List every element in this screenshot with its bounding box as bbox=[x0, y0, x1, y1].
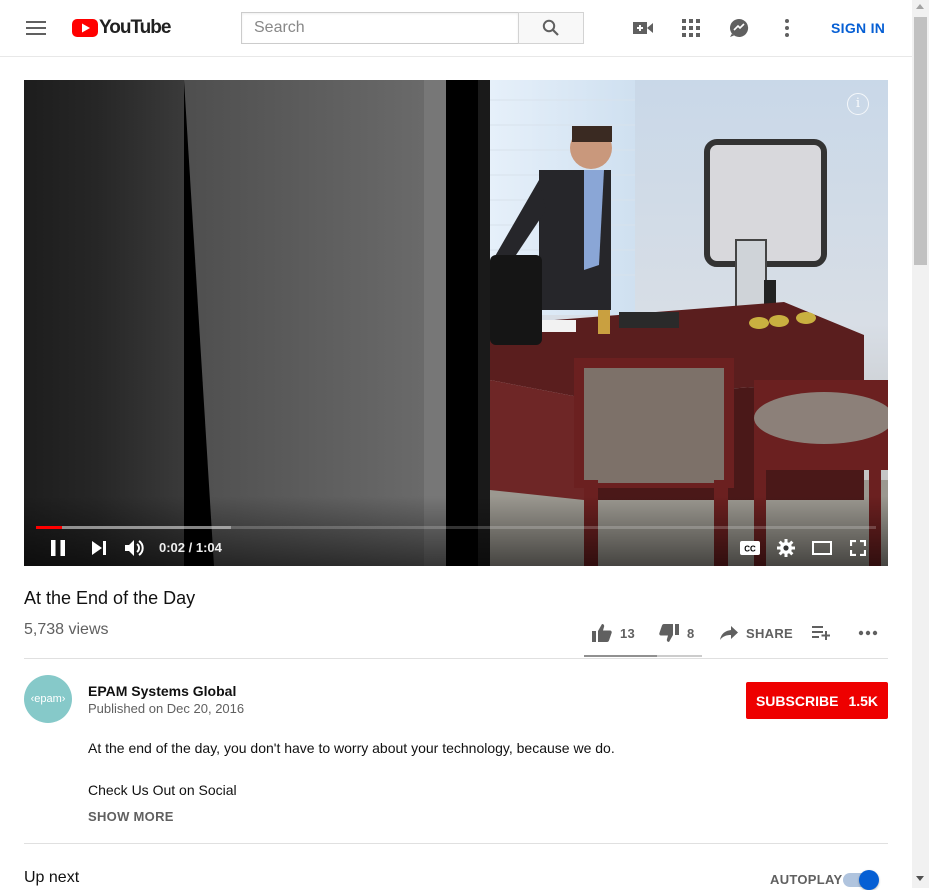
subscribe-label: SUBSCRIBE bbox=[755, 692, 839, 709]
search-button[interactable] bbox=[518, 12, 584, 44]
search-box bbox=[241, 12, 518, 44]
youtube-logo[interactable]: YouTube bbox=[72, 17, 171, 39]
view-count: 5,738 views bbox=[24, 621, 109, 638]
channel-name[interactable]: EPAM Systems Global bbox=[88, 683, 236, 699]
dislike-count: 8 bbox=[687, 625, 695, 641]
sign-in-button[interactable]: SIGN IN bbox=[831, 20, 885, 36]
add-to-playlist-icon bbox=[812, 626, 830, 640]
theater-mode-icon[interactable] bbox=[810, 537, 834, 559]
subscriber-count: 1.5K bbox=[848, 692, 879, 709]
autoplay-label: AUTOPLAY bbox=[770, 872, 843, 887]
add-to-playlist-button[interactable] bbox=[812, 622, 830, 644]
svg-text:CC: CC bbox=[744, 545, 756, 554]
buffered-bar bbox=[36, 526, 231, 529]
divider-top bbox=[24, 658, 888, 659]
played-bar bbox=[36, 526, 63, 529]
up-next-heading: Up next bbox=[24, 869, 80, 886]
divider-bottom bbox=[24, 843, 888, 844]
next-icon[interactable] bbox=[87, 537, 111, 559]
channel-avatar[interactable]: ‹epam› bbox=[24, 675, 72, 723]
youtube-play-icon bbox=[72, 19, 98, 37]
subscribe-button[interactable]: SUBSCRIBE 1.5K bbox=[746, 682, 888, 719]
show-more-button[interactable]: SHOW MORE bbox=[88, 809, 174, 824]
search-input[interactable] bbox=[252, 13, 506, 43]
search-icon bbox=[542, 19, 559, 36]
description-line-1: At the end of the day, you don't have to… bbox=[88, 740, 615, 756]
like-count: 13 bbox=[620, 625, 636, 641]
scrollbar-thumb[interactable] bbox=[914, 17, 927, 265]
scroll-up-arrow-icon[interactable] bbox=[916, 4, 924, 9]
apps-grid-icon[interactable] bbox=[679, 16, 703, 40]
time-display: 0:02 / 1:04 bbox=[159, 540, 222, 555]
thumbs-down-icon bbox=[659, 624, 679, 642]
volume-icon[interactable] bbox=[123, 537, 147, 559]
menu-icon[interactable] bbox=[26, 18, 46, 38]
share-button[interactable]: SHARE bbox=[720, 622, 793, 644]
pause-icon[interactable] bbox=[46, 537, 70, 559]
video-title: At the End of the Day bbox=[24, 588, 196, 608]
masthead: YouTube SIGN IN bbox=[0, 0, 912, 57]
scroll-down-arrow-icon[interactable] bbox=[916, 876, 924, 881]
page-scrollbar[interactable] bbox=[912, 0, 929, 888]
like-button[interactable]: 13 bbox=[592, 622, 635, 644]
logo-text: YouTube bbox=[99, 17, 171, 38]
video-info-icon[interactable]: i bbox=[847, 93, 869, 115]
create-video-icon[interactable] bbox=[631, 16, 655, 40]
messages-icon[interactable] bbox=[727, 16, 751, 40]
publish-date: Published on Dec 20, 2016 bbox=[88, 701, 245, 716]
video-frame bbox=[24, 80, 888, 566]
autoplay-toggle[interactable] bbox=[843, 870, 879, 890]
fullscreen-icon[interactable] bbox=[846, 537, 870, 559]
video-player[interactable]: i 0:02 / 1:04 CC bbox=[24, 80, 888, 566]
thumbs-up-icon bbox=[592, 624, 612, 642]
toggle-knob bbox=[859, 870, 879, 890]
captions-icon[interactable]: CC bbox=[738, 537, 762, 559]
sentiment-like-fill bbox=[584, 655, 658, 657]
more-actions-button[interactable] bbox=[858, 622, 878, 644]
description-line-2: Check Us Out on Social bbox=[88, 782, 237, 798]
more-horiz-icon bbox=[858, 630, 878, 636]
sentiment-bar bbox=[584, 655, 702, 657]
video-progress-bar[interactable] bbox=[36, 526, 876, 529]
more-vert-icon[interactable] bbox=[775, 16, 799, 40]
dislike-button[interactable]: 8 bbox=[659, 622, 695, 644]
share-label: SHARE bbox=[746, 625, 794, 641]
settings-icon[interactable] bbox=[774, 537, 798, 559]
share-icon bbox=[720, 626, 738, 640]
